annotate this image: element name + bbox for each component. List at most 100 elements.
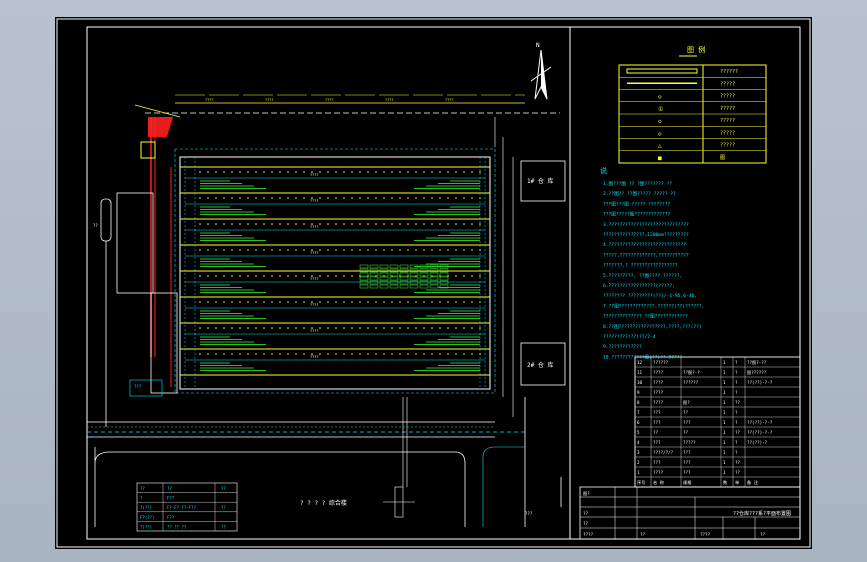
bom-cell: ?? (735, 400, 741, 405)
bom-cell: 7 (637, 410, 640, 415)
bom-cell: ????/?/? (653, 450, 674, 455)
legend-table: 图 例 ??????????? ◇ ????? ① ????? ◇ ????? ◇ ????? △… (618, 45, 767, 164)
bom-cell: 图?????? (747, 370, 767, 376)
rack-label: ???? (310, 173, 318, 177)
bom-cell: 备 注 (747, 479, 759, 486)
note-line: 2.??图?? ??图????? ????? ?? (603, 191, 676, 197)
legend-label: ????? (720, 106, 735, 112)
roads: ? ? ? ? 综合楼 ??? (87, 397, 562, 527)
bom-cell: 12 (637, 360, 643, 365)
bom-cell: 8 (637, 400, 640, 405)
note-line: 9.???????????? (603, 344, 642, 350)
north-label: N (536, 42, 540, 49)
bom-cell: 1 (723, 410, 726, 415)
pipe-legend-cell: ?? ?? ?? (167, 524, 187, 529)
title-block: ??仓库???系?平面布置图 图????????????????? (579, 486, 801, 540)
bom-cell: ??? (653, 460, 661, 465)
note-line: 7.??图?????????????,??????(??)??????, (603, 303, 704, 309)
small-label-1: ??? (134, 384, 142, 389)
title-field: ???? (700, 532, 711, 537)
bom-cell: ??(??)-?-? (747, 430, 773, 435)
rack-label: ???? (310, 329, 318, 333)
rack-rows: ????????????????????????????????????????… (180, 98, 490, 389)
legend-label: ????? (720, 81, 735, 87)
dimension-label: ???? (445, 98, 453, 102)
legend-label: ?????? (720, 69, 738, 75)
bom-cell: 1 (723, 440, 726, 445)
bom-cell: 1 (637, 470, 640, 475)
pipe-legend-cell: ?? (221, 505, 226, 510)
north-arrow: N (530, 42, 552, 100)
rack-label: ???? (310, 251, 318, 255)
pipe-legend-cell: F?? (167, 515, 175, 520)
bom-cell: ??? (683, 420, 691, 425)
note-line: ???????,? ????????????????? (603, 263, 678, 269)
bom-cell: 1 (723, 450, 726, 455)
pipe-legend-table: ??????? F?? ?(??) F?-F? F?-F?? ?? F?(??) F?? ?(… (136, 482, 238, 532)
bom-cell: ?? (735, 430, 741, 435)
dimension-label: ???? (385, 98, 393, 102)
cad-viewport[interactable]: 图 例 ??????????? ◇????? ①????? ◇????? ◇????? △… (55, 17, 812, 549)
note-line: ???图???图 ????? ???????? (603, 201, 671, 207)
rack-label: ???? (310, 199, 318, 203)
pipe-legend-cell: F?-F? F?-F?? (167, 505, 196, 510)
note-line: 8.??图?????????????????,????,???(??) (603, 324, 702, 330)
bom-cell: ? (735, 420, 738, 425)
title-field: ???? (583, 532, 594, 537)
legend-header: 图 例 (687, 45, 705, 54)
note-line: 4.???????????????????????????? (603, 242, 686, 248)
bom-cell: ??图?-?? (747, 360, 767, 366)
pipe-legend-cell: F?? (167, 496, 175, 501)
dimension-label: ???? (205, 98, 213, 102)
legend-label: ????? (720, 130, 735, 136)
bom-cell: 9 (637, 390, 640, 395)
bom-cell: ??? (653, 410, 661, 415)
bom-cell: ?? (683, 430, 689, 435)
title-field: ?? (583, 511, 589, 516)
bom-cell: 1 (723, 460, 726, 465)
dimension-label: ???? (325, 98, 333, 102)
bom-cell: ?? (735, 460, 741, 465)
bom-cell: ??(??)-?-? (747, 420, 773, 425)
bom-cell: 1 (723, 370, 726, 375)
pipe-legend-cell: ?? (167, 486, 172, 491)
legend-symbol: ◇ (658, 94, 662, 101)
bom-cell: 名 称 (653, 479, 664, 486)
small-label-2: ?? (93, 223, 98, 228)
bom-cell: ??(??)-? (747, 440, 768, 445)
bom-cell: 数 (723, 479, 728, 486)
bom-cell: 1 (723, 360, 726, 365)
note-line: ?????,?????????????,??????????? (603, 252, 689, 258)
note-line: 3.????????????????????????????? (603, 222, 689, 228)
legend-label: ????? (720, 94, 735, 100)
drawing-canvas: 图 例 ???????????◇ ?????① ?????◇ ?????◇ ?????△… (56, 18, 811, 548)
legend-symbol: ① (658, 106, 663, 113)
left-structures: ??? ?? (93, 192, 178, 427)
bom-cell: 1 (723, 420, 726, 425)
title-field: 图? (583, 491, 590, 497)
legend-symbol: △ (658, 143, 662, 150)
bom-cell: 1 (723, 430, 726, 435)
bom-cell: 规格 (683, 479, 692, 486)
bom-cell: ??? (683, 460, 691, 465)
bom-cell: 6 (637, 420, 640, 425)
bom-cell: ? (735, 390, 738, 395)
pipe-legend-cell: ?? (221, 524, 226, 529)
dimension-label: ???? (265, 98, 273, 102)
bom-cell: 1 (723, 380, 726, 385)
note-line: ???????????????,1200mm????????? (603, 232, 689, 238)
bom-cell: 1 (723, 390, 726, 395)
pipe-legend-cell: F?(??) (140, 515, 154, 520)
notes-block: 说 1.图???图 ?? ?图??????? ?? 2.??图?? ??图????… (600, 166, 704, 360)
bill-of-materials: 12?????? 1? ??图?-??11???? ??图?-? 1? 图??????10… (634, 356, 801, 488)
rack-label: ???? (310, 225, 318, 229)
bom-cell: 11 (637, 370, 643, 375)
bom-cell: ? (735, 440, 738, 445)
warehouse-2-label: 2# 仓 库 (527, 361, 553, 369)
bom-cell: ? (735, 380, 738, 385)
pipe-legend-cell: ?? (221, 486, 226, 491)
pipe-legend-cell: ?(??) (140, 524, 152, 529)
bom-cell: ? (735, 360, 738, 365)
bom-cell: 单 (735, 479, 739, 486)
pipe-legend-cell: ?? (140, 486, 145, 491)
